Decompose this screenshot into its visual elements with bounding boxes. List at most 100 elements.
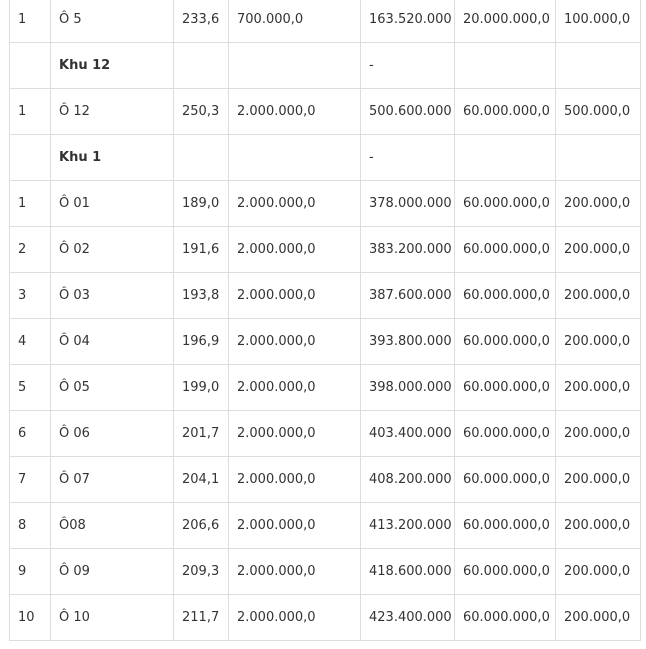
fee-cell: 200.000,0 [555, 180, 641, 227]
fee-cell: 200.000,0 [555, 226, 641, 273]
area-cell: 201,7 [173, 410, 229, 457]
total-price-cell: - [360, 42, 455, 89]
fee-cell: 100.000,0 [555, 0, 641, 43]
total-price-cell: 393.800.000 [360, 318, 455, 365]
unit-price-cell: 2.000.000,0 [228, 272, 361, 319]
total-price-cell: 418.600.000 [360, 548, 455, 595]
fee-cell: 200.000,0 [555, 456, 641, 503]
fee-cell: 200.000,0 [555, 502, 641, 549]
total-price-cell: 408.200.000 [360, 456, 455, 503]
area-cell: 189,0 [173, 180, 229, 227]
table-row: 7Ô 07 204,1 2.000.000,0 408.200.000 60.000.0… [9, 456, 641, 503]
lot-price-table: 1Ô 5 233,6 700.000,0 163.520.000 20.000.000,… [9, 0, 641, 641]
area-cell: 193,8 [173, 272, 229, 319]
fee-cell: 200.000,0 [555, 594, 641, 641]
stt-cell [9, 42, 51, 89]
area-cell: 206,6 [173, 502, 229, 549]
stt-cell: 1 [9, 180, 51, 227]
deposit-cell: 60.000.000,0 [454, 318, 556, 365]
group-header-row: Khu 1 - [9, 134, 641, 181]
unit-price-cell: 2.000.000,0 [228, 364, 361, 411]
table-row: 6Ô 06 201,7 2.000.000,0 403.400.000 60.000.0… [9, 410, 641, 457]
stt-cell: 9 [9, 548, 51, 595]
stt-cell: 7 [9, 456, 51, 503]
deposit-cell: 60.000.000,0 [454, 364, 556, 411]
total-price-cell: 378.000.000 [360, 180, 455, 227]
area-cell: 250,3 [173, 88, 229, 135]
table-row: 2Ô 02 191,6 2.000.000,0 383.200.000 60.000.0… [9, 226, 641, 273]
lot-name-cell: Khu 12 [50, 42, 174, 89]
table-row: 1Ô 01 189,0 2.000.000,0 378.000.000 60.000.0… [9, 180, 641, 227]
deposit-cell: 60.000.000,0 [454, 226, 556, 273]
total-price-cell: 398.000.000 [360, 364, 455, 411]
unit-price-cell: 2.000.000,0 [228, 226, 361, 273]
unit-price-cell: 2.000.000,0 [228, 456, 361, 503]
lot-name-cell: Ô 02 [50, 226, 174, 273]
lot-name-cell: Ô08 [50, 502, 174, 549]
total-price-cell: 163.520.000 [360, 0, 455, 43]
deposit-cell: 60.000.000,0 [454, 456, 556, 503]
unit-price-cell: 2.000.000,0 [228, 502, 361, 549]
deposit-cell: 60.000.000,0 [454, 272, 556, 319]
area-cell: 211,7 [173, 594, 229, 641]
unit-price-cell: 2.000.000,0 [228, 88, 361, 135]
table-row: 1Ô 5 233,6 700.000,0 163.520.000 20.000.000,… [9, 0, 641, 43]
stt-cell [9, 134, 51, 181]
lot-name-cell: Ô 01 [50, 180, 174, 227]
unit-price-cell: 2.000.000,0 [228, 548, 361, 595]
deposit-cell: 60.000.000,0 [454, 502, 556, 549]
fee-cell [555, 42, 641, 89]
deposit-cell: 60.000.000,0 [454, 548, 556, 595]
stt-cell: 1 [9, 0, 51, 43]
stt-cell: 3 [9, 272, 51, 319]
total-price-cell: 423.400.000 [360, 594, 455, 641]
stt-cell: 8 [9, 502, 51, 549]
lot-name-cell: Ô 03 [50, 272, 174, 319]
deposit-cell [454, 42, 556, 89]
unit-price-cell: 2.000.000,0 [228, 180, 361, 227]
table-row: 10 Ô 10 211,7 2.000.000,0 423.400.000 60.000.… [9, 594, 641, 641]
unit-price-cell [228, 134, 361, 181]
area-cell: 233,6 [173, 0, 229, 43]
table-row: 3Ô 03 193,8 2.000.000,0 387.600.000 60.000.0… [9, 272, 641, 319]
table-row: 4Ô 04 196,9 2.000.000,0 393.800.000 60.000.0… [9, 318, 641, 365]
fee-cell: 500.000,0 [555, 88, 641, 135]
total-price-cell: 403.400.000 [360, 410, 455, 457]
total-price-cell: 500.600.000 [360, 88, 455, 135]
total-price-cell: 387.600.000 [360, 272, 455, 319]
unit-price-cell: 2.000.000,0 [228, 594, 361, 641]
group-header-row: Khu 12 - [9, 42, 641, 89]
total-price-cell: 413.200.000 [360, 502, 455, 549]
stt-cell: 4 [9, 318, 51, 365]
stt-cell: 1 [9, 88, 51, 135]
lot-name-cell: Khu 1 [50, 134, 174, 181]
deposit-cell: 20.000.000,0 [454, 0, 556, 43]
fee-cell: 200.000,0 [555, 410, 641, 457]
lot-name-cell: Ô 06 [50, 410, 174, 457]
stt-cell: 5 [9, 364, 51, 411]
lot-table-body: 1Ô 5 233,6 700.000,0 163.520.000 20.000.000,… [9, 0, 641, 641]
area-cell: 191,6 [173, 226, 229, 273]
unit-price-cell: 2.000.000,0 [228, 318, 361, 365]
area-cell [173, 42, 229, 89]
area-cell: 204,1 [173, 456, 229, 503]
table-row: 8 Ô08 206,6 2.000.000,0 413.200.000 60.000.00… [9, 502, 641, 549]
area-cell: 199,0 [173, 364, 229, 411]
total-price-cell: - [360, 134, 455, 181]
unit-price-cell: 700.000,0 [228, 0, 361, 43]
deposit-cell: 60.000.000,0 [454, 594, 556, 641]
deposit-cell [454, 134, 556, 181]
fee-cell: 200.000,0 [555, 272, 641, 319]
table-row: 9Ô 09 209,3 2.000.000,0 418.600.000 60.000.0… [9, 548, 641, 595]
deposit-cell: 60.000.000,0 [454, 180, 556, 227]
lot-name-cell: Ô 05 [50, 364, 174, 411]
stt-cell: 10 [9, 594, 51, 641]
unit-price-cell: 2.000.000,0 [228, 410, 361, 457]
total-price-cell: 383.200.000 [360, 226, 455, 273]
table-row: 5Ô 05 199,0 2.000.000,0 398.000.000 60.000.0… [9, 364, 641, 411]
fee-cell: 200.000,0 [555, 548, 641, 595]
lot-name-cell: Ô 5 [50, 0, 174, 43]
lot-name-cell: Ô 09 [50, 548, 174, 595]
stt-cell: 6 [9, 410, 51, 457]
fee-cell: 200.000,0 [555, 318, 641, 365]
